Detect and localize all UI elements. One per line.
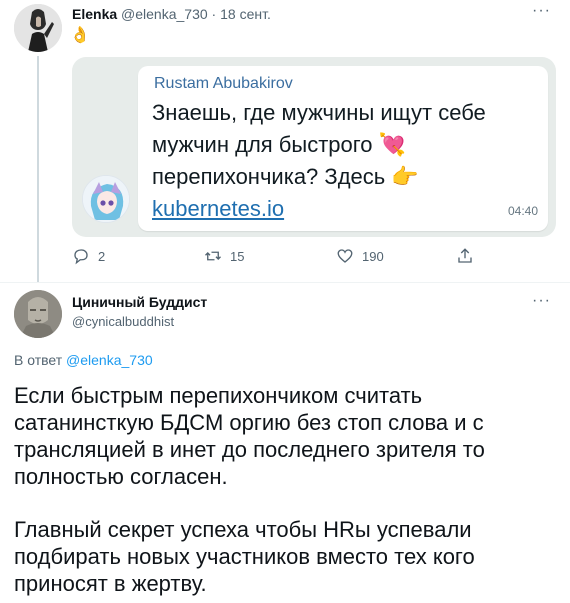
tweet-text-line: приносят в жертву. <box>14 571 207 596</box>
tweet-text-line: Главный секрет успеха чтобы HRы успевали <box>14 517 472 542</box>
tweet-text-line: Если быстрым перепихончиком считать <box>14 383 423 408</box>
retweet-button[interactable]: 15 <box>204 247 244 265</box>
tweet-text-line: трансляцией в инет до последнего зрителя… <box>14 437 485 462</box>
chat-message-line-3: перепихончика? Здесь 👉 <box>152 164 419 189</box>
tweet-date[interactable]: 18 сент. <box>220 6 271 22</box>
retweet-count: 15 <box>230 248 245 264</box>
ok-hand-emoji: 👌 <box>70 27 90 44</box>
tweet-elenka: Elenka @elenka_730 · 18 сент. ··· 👌 Rust… <box>0 0 570 282</box>
tweet-divider <box>0 282 570 283</box>
chat-time: 04:40 <box>507 204 538 218</box>
author-name[interactable]: Циничный Буддист <box>72 294 207 310</box>
reply-button[interactable]: 2 <box>72 247 105 265</box>
tweet-actions: 2 15 190 <box>72 247 552 267</box>
embedded-chat-screenshot[interactable]: Rustam Abubakirov Знаешь, где мужчины ищ… <box>72 57 556 237</box>
author-handle[interactable]: @elenka_730 <box>121 6 208 22</box>
more-icon[interactable]: ··· <box>532 2 551 20</box>
chat-message-line-1: Знаешь, где мужчины ищут себе <box>152 100 486 125</box>
tweet-cynical-buddhist: Циничный Буддист @cynicalbuddhist ··· В … <box>0 284 570 603</box>
chat-sender-name: Rustam Abubakirov <box>154 75 293 92</box>
retweet-icon <box>205 251 221 261</box>
like-button[interactable]: 190 <box>336 247 384 265</box>
author-handle[interactable]: @cynicalbuddhist <box>72 314 174 329</box>
tweet-text-line: полностью согласен. <box>14 464 228 489</box>
avatar-buddha[interactable] <box>14 290 62 338</box>
like-count: 190 <box>362 248 384 264</box>
thread-line <box>37 56 39 282</box>
reply-count: 2 <box>98 248 106 264</box>
share-button[interactable] <box>456 247 474 265</box>
share-icon <box>458 248 472 263</box>
tweet-text-line: подбирать новых участников вместо тех ко… <box>14 544 475 569</box>
chat-link: kubernetes.io <box>152 196 285 221</box>
tweet-text-line: сатанинсткую БДСМ оргию без стоп слова и… <box>14 410 484 435</box>
more-icon[interactable]: ··· <box>532 292 551 310</box>
chat-message-line-2: мужчин для быстрого 💘 <box>152 132 407 157</box>
author-name[interactable]: Elenka <box>72 6 117 22</box>
reply-icon <box>74 249 88 265</box>
separator-dot: · <box>211 6 217 22</box>
heart-arrow-emoji: 💘 <box>378 132 407 157</box>
reply-prefix: В ответ <box>14 352 63 368</box>
reply-context: В ответ @elenka_730 <box>14 352 153 368</box>
heart-icon <box>337 249 353 263</box>
reply-mention-link[interactable]: @elenka_730 <box>66 352 153 368</box>
chat-message-bubble: Rustam Abubakirov Знаешь, где мужчины ищ… <box>138 66 548 231</box>
pointing-hand-emoji: 👉 <box>391 164 419 189</box>
anime-avatar-icon <box>82 175 130 223</box>
tweet-header: Elenka @elenka_730 · 18 сент. <box>72 6 271 22</box>
avatar-elenka[interactable] <box>14 4 62 52</box>
